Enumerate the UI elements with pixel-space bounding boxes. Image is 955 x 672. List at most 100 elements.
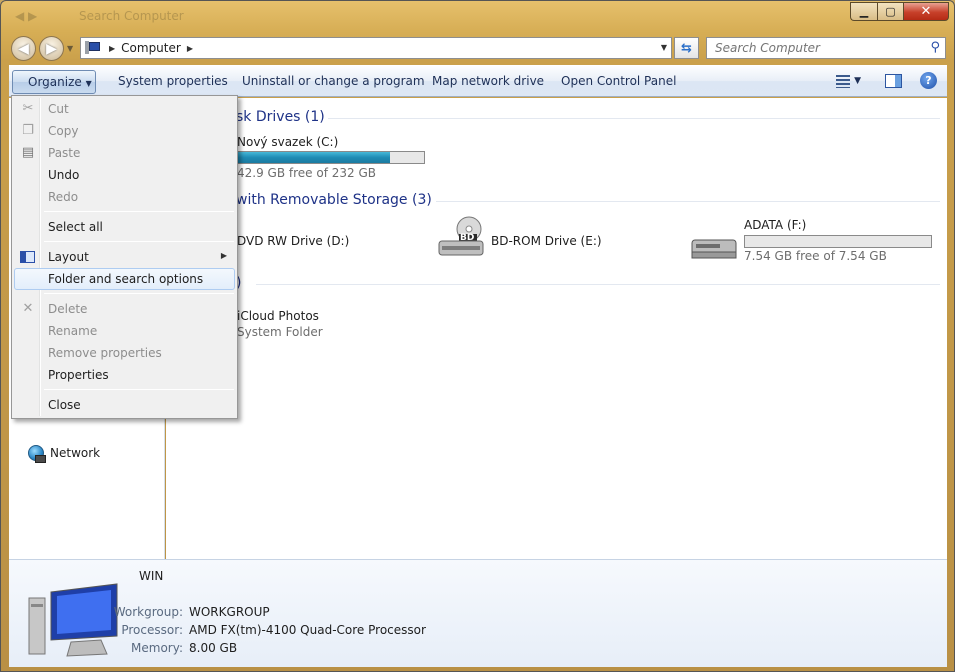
- recent-pages-dropdown-icon[interactable]: ▼: [67, 44, 73, 53]
- menu-separator: [44, 211, 234, 212]
- search-box[interactable]: ⚲: [706, 37, 946, 59]
- menu-item-layout[interactable]: Layout ▶: [14, 246, 235, 268]
- menu-label: Properties: [48, 368, 109, 382]
- ghost-arrows: ◀ ▶: [15, 9, 38, 23]
- menu-item-folder-options[interactable]: Folder and search options: [14, 268, 235, 290]
- drive-f-free-space: 7.54 GB free of 7.54 GB: [744, 249, 887, 263]
- map-network-drive-button[interactable]: Map network drive: [432, 74, 544, 88]
- nav-item-network-label: Network: [50, 446, 101, 460]
- submenu-arrow-icon: ▶: [220, 251, 227, 260]
- usb-drive-icon[interactable]: [690, 234, 740, 262]
- clipboard-icon: ▤: [21, 145, 35, 160]
- explorer-window: ◀ ▶ Search Computer ▁ ▢ ✕ ◀ ▶ ▼ ▶ Comput…: [0, 0, 955, 672]
- menu-item-undo[interactable]: Undo: [14, 164, 235, 186]
- workgroup-label: Workgroup:: [113, 605, 183, 619]
- minimize-button[interactable]: ▁: [850, 2, 877, 21]
- group-header-hard-drives[interactable]: sk Drives (1): [236, 109, 325, 125]
- layout-icon: [20, 251, 35, 263]
- refresh-button[interactable]: ⇆: [674, 37, 699, 59]
- breadcrumb-chevron-icon[interactable]: ▶: [109, 44, 115, 53]
- menu-item-remove-properties[interactable]: Remove properties: [14, 342, 235, 364]
- organize-label: Organize: [28, 75, 82, 89]
- menu-separator: [44, 241, 234, 242]
- computer-name: WIN: [139, 569, 164, 583]
- icloud-photos-type: System Folder: [237, 325, 323, 339]
- menu-item-paste[interactable]: ▤ Paste: [14, 142, 235, 164]
- drive-f-name[interactable]: ADATA (F:): [744, 218, 806, 232]
- menu-label: Folder and search options: [48, 272, 204, 286]
- chevron-down-icon: ▼: [85, 79, 92, 88]
- bd-badge: BD: [460, 233, 475, 243]
- scissors-icon: ✂: [22, 101, 34, 116]
- workgroup-value: WORKGROUP: [189, 605, 270, 619]
- menu-item-properties[interactable]: Properties: [14, 364, 235, 386]
- forward-arrow-icon: ▶: [46, 40, 57, 57]
- preview-pane-icon[interactable]: [885, 73, 902, 88]
- breadcrumb-computer[interactable]: Computer: [121, 41, 181, 55]
- menu-item-close[interactable]: Close: [14, 394, 235, 416]
- menu-item-rename[interactable]: Rename: [14, 320, 235, 342]
- menu-label: Delete: [48, 302, 88, 316]
- search-icon[interactable]: ⚲: [930, 40, 940, 55]
- system-properties-button[interactable]: System properties: [118, 74, 228, 88]
- icloud-photos-name[interactable]: iCloud Photos: [237, 309, 319, 323]
- menu-item-select-all[interactable]: Select all: [14, 216, 235, 238]
- processor-label: Processor:: [121, 623, 183, 637]
- menu-separator: [44, 389, 234, 390]
- menu-separator: [44, 293, 234, 294]
- breadcrumb-chevron-icon[interactable]: ▶: [187, 44, 193, 53]
- menu-label: Undo: [48, 168, 80, 182]
- ghost-search-text: Search Computer: [79, 9, 184, 23]
- menu-item-delete[interactable]: ✕ Delete: [14, 298, 235, 320]
- search-input[interactable]: [713, 40, 923, 56]
- network-icon: [28, 445, 46, 463]
- maximize-button[interactable]: ▢: [877, 2, 903, 21]
- content-pane: sk Drives (1) Nový svazek (C:) 42.9 GB f…: [166, 98, 947, 559]
- help-icon[interactable]: ?: [920, 72, 937, 89]
- computer-icon: [85, 41, 103, 55]
- memory-value: 8.00 GB: [189, 641, 238, 655]
- menu-label: Cut: [48, 102, 69, 116]
- copy-icon: ❐: [22, 123, 34, 138]
- address-bar[interactable]: ▶ Computer ▶ ▼: [80, 37, 672, 59]
- drive-c-capacity-bar: [237, 151, 425, 164]
- uninstall-program-button[interactable]: Uninstall or change a program: [242, 74, 425, 88]
- command-bar: Organize ▼ System properties Uninstall o…: [9, 65, 947, 97]
- group-header-removable[interactable]: with Removable Storage (3): [236, 192, 432, 208]
- group-divider: [436, 201, 940, 202]
- menu-label: Paste: [48, 146, 81, 160]
- close-button[interactable]: ✕: [903, 2, 949, 21]
- menu-item-cut[interactable]: ✂ Cut: [14, 98, 235, 120]
- back-button[interactable]: ◀: [11, 36, 36, 61]
- menu-label: Copy: [48, 124, 79, 138]
- view-controls: ▼ ?: [836, 72, 937, 89]
- open-control-panel-button[interactable]: Open Control Panel: [561, 74, 676, 88]
- processor-value: AMD FX(tm)-4100 Quad-Core Processor: [189, 623, 426, 637]
- view-dropdown-icon[interactable]: ▼: [854, 76, 861, 86]
- forward-button[interactable]: ▶: [39, 36, 64, 61]
- drive-c-name[interactable]: Nový svazek (C:): [237, 135, 338, 149]
- memory-label: Memory:: [131, 641, 183, 655]
- refresh-icon: ⇆: [681, 40, 692, 56]
- delete-x-icon: ✕: [22, 301, 34, 316]
- caption-buttons: ▁ ▢ ✕: [850, 2, 949, 21]
- change-view-icon[interactable]: [836, 75, 851, 88]
- menu-label: Rename: [48, 324, 98, 338]
- address-history-dropdown-icon[interactable]: ▼: [661, 43, 667, 52]
- back-arrow-icon: ◀: [18, 40, 29, 57]
- organize-menu: ✂ Cut ❐ Copy ▤ Paste Undo Redo Select al…: [11, 95, 238, 419]
- menu-label: Close: [48, 398, 81, 412]
- drive-e-name[interactable]: BD-ROM Drive (E:): [491, 234, 602, 248]
- menu-item-redo[interactable]: Redo: [14, 186, 235, 208]
- menu-item-copy[interactable]: ❐ Copy: [14, 120, 235, 142]
- drive-d-name[interactable]: DVD RW Drive (D:): [237, 234, 349, 248]
- menu-label: Redo: [48, 190, 79, 204]
- menu-label: Select all: [48, 220, 103, 234]
- nav-item-network[interactable]: Network: [28, 445, 101, 463]
- drive-c-free-space: 42.9 GB free of 232 GB: [237, 166, 376, 180]
- background-window-title: ◀ ▶ Search Computer: [15, 7, 315, 27]
- menu-label: Layout: [48, 250, 89, 264]
- organize-button[interactable]: Organize ▼: [12, 70, 96, 94]
- details-pane: WIN Workgroup: WORKGROUP Processor: AMD …: [9, 559, 947, 667]
- drive-f-capacity-bar: [744, 235, 932, 248]
